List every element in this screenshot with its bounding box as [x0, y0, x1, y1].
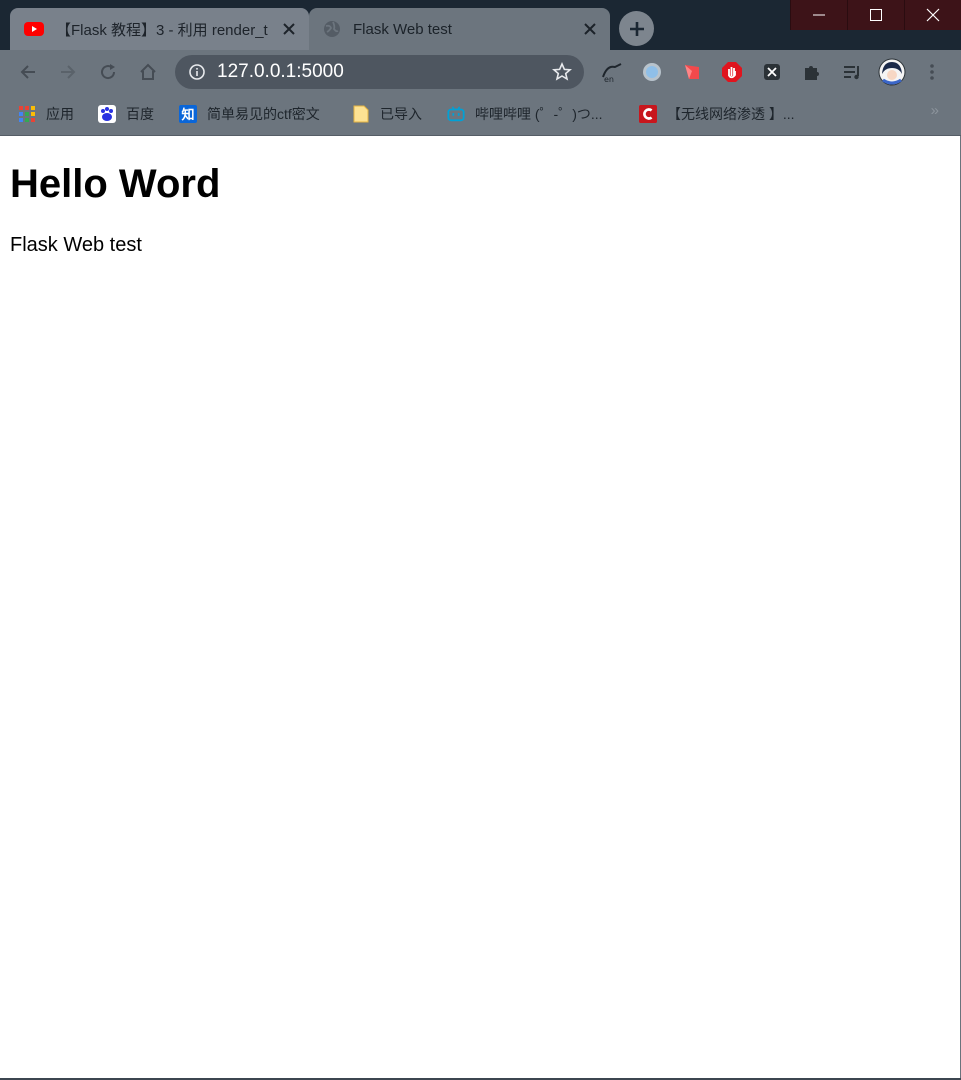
apps-grid-icon: [18, 105, 36, 123]
more-menu-button[interactable]: [920, 60, 944, 84]
zhihu-icon: 知: [179, 105, 197, 123]
page-paragraph: Flask Web test: [10, 234, 142, 256]
forward-button[interactable]: [56, 60, 80, 84]
bookmark-label: 百度: [126, 106, 154, 122]
profile-avatar[interactable]: [878, 58, 906, 86]
bookmark-star-icon[interactable]: [552, 62, 572, 82]
minimize-icon: [813, 14, 825, 16]
info-icon[interactable]: [189, 64, 205, 80]
web-page-content: Hello Word Flask Web test: [0, 136, 961, 1078]
baidu-icon: [98, 105, 116, 123]
maximize-icon: [870, 9, 882, 21]
page-heading: Hello Word: [10, 162, 221, 206]
stop-hand-icon[interactable]: [720, 60, 744, 84]
tab-title: 【Flask 教程】3 - 利用 render_t: [56, 21, 268, 39]
window-controls: [790, 0, 961, 30]
url-text[interactable]: 127.0.0.1:5000: [217, 61, 552, 83]
title-bar: 【Flask 教程】3 - 利用 render_t Flask Web test: [0, 0, 961, 50]
bookmark-bilibili[interactable]: 哔哩哔哩 (゜-゜)つ...: [447, 103, 603, 125]
svg-text:知: 知: [181, 107, 194, 123]
puzzle-icon[interactable]: [800, 60, 824, 84]
bookmark-label: 【无线网络渗透 】...: [667, 106, 795, 122]
bookmark-label: 简单易见的ctf密文: [207, 106, 320, 122]
globe-icon: [323, 20, 341, 38]
bookmark-label: 应用: [46, 106, 74, 122]
csdn-icon: [639, 105, 657, 123]
reading-list-icon[interactable]: [840, 60, 864, 84]
back-button[interactable]: [16, 60, 40, 84]
tab-title: Flask Web test: [353, 20, 452, 38]
tab-flask-tutorial[interactable]: 【Flask 教程】3 - 利用 render_t: [10, 8, 309, 50]
folder-icon: [352, 105, 370, 123]
bookmark-zhihu[interactable]: 知 简单易见的ctf密文: [179, 103, 320, 125]
bookmark-apps[interactable]: 应用: [18, 103, 74, 125]
bilibili-icon: [447, 105, 465, 123]
bookmarks-overflow-button[interactable]: »: [931, 102, 939, 119]
plus-icon: [629, 21, 644, 36]
reload-button[interactable]: [96, 60, 120, 84]
back-arrow-icon: [20, 65, 35, 79]
bookmark-label: 已导入: [380, 106, 422, 122]
tab-close-icon[interactable]: [279, 19, 299, 39]
youtube-icon: [24, 22, 44, 36]
browser-toolbar: 127.0.0.1:5000 en: [0, 50, 961, 94]
tab-close-icon[interactable]: [580, 19, 600, 39]
close-icon: [926, 8, 940, 22]
bookmark-label: 哔哩哔哩 (゜-゜)つ...: [475, 106, 603, 122]
reload-icon: [101, 64, 116, 80]
address-bar[interactable]: 127.0.0.1:5000: [175, 55, 584, 89]
x-extension-icon[interactable]: [760, 60, 784, 84]
shape-extension-icon[interactable]: [680, 60, 704, 84]
more-vertical-icon: [930, 64, 934, 80]
minimize-button[interactable]: [790, 0, 847, 30]
forward-arrow-icon: [61, 65, 76, 79]
bookmark-csdn[interactable]: 【无线网络渗透 】...: [639, 103, 795, 125]
svg-text:en: en: [604, 75, 614, 83]
maximize-button[interactable]: [847, 0, 904, 30]
new-tab-button[interactable]: [619, 11, 654, 46]
home-icon: [140, 63, 156, 80]
translate-icon[interactable]: en: [600, 60, 624, 84]
circle-extension-icon[interactable]: [640, 60, 664, 84]
tab-flask-web-test[interactable]: Flask Web test: [309, 8, 610, 50]
home-button[interactable]: [136, 60, 160, 84]
close-window-button[interactable]: [904, 0, 961, 30]
bookmark-baidu[interactable]: 百度: [98, 103, 154, 125]
bookmarks-bar: 应用 百度 知 简单易见的ctf密文 已导入 哔哩哔哩 (゜-゜)つ... 【无…: [0, 94, 961, 136]
bookmark-folder-imported[interactable]: 已导入: [352, 103, 422, 125]
